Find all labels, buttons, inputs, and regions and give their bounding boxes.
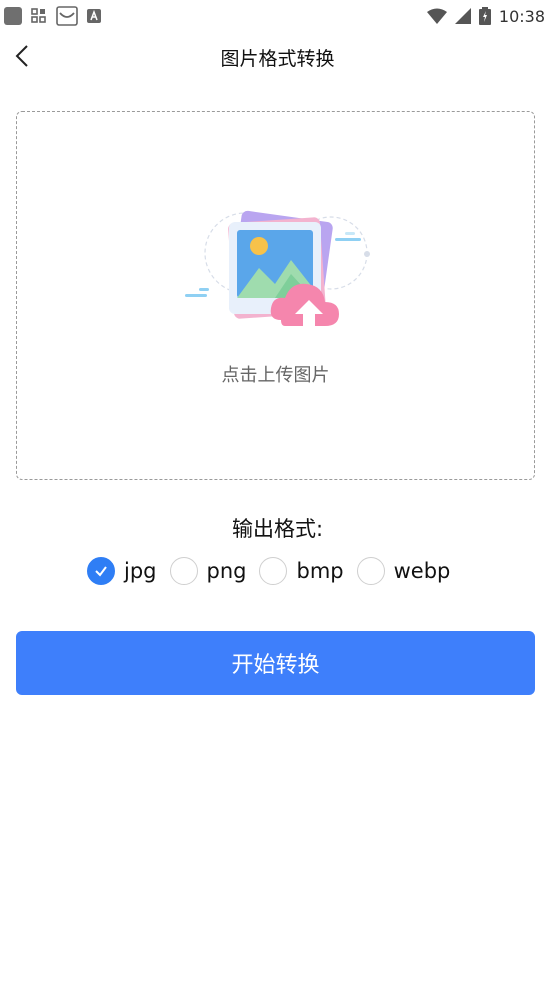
mail-icon [56,6,78,26]
start-convert-button[interactable]: 开始转换 [16,631,535,695]
radio-webp[interactable] [356,557,385,585]
radio-jpg[interactable] [87,557,115,585]
format-option-webp[interactable]: webp [356,557,451,585]
radio-bmp[interactable] [259,557,288,585]
image-upload-illustration [185,210,370,326]
format-options: jpg png bmp webp [87,555,463,587]
battery-icon [478,7,491,25]
status-time: 10:38 [498,6,545,26]
radio-png[interactable] [169,557,198,585]
app-icon [4,7,22,25]
page-title: 图片格式转换 [220,48,335,70]
status-left-icons [4,6,102,26]
status-bar: 10:38 [0,0,555,32]
format-label-jpg: jpg [124,559,157,583]
format-label-webp: webp [393,559,451,583]
signal-icon [454,8,471,24]
output-format-label: 输出格式: [231,517,324,541]
format-option-png[interactable]: png [169,557,247,585]
format-option-bmp[interactable]: bmp [259,557,344,585]
format-option-jpg[interactable]: jpg [87,557,157,585]
upload-label: 点击上传图片 [221,365,330,386]
upload-area[interactable]: 点击上传图片 [16,111,535,480]
apps-icon [31,8,46,23]
a-icon [87,9,101,23]
check-icon [95,566,107,577]
format-label-png: png [206,559,247,583]
format-label-bmp: bmp [296,559,344,583]
status-right: 10:38 [426,6,545,26]
wifi-icon [426,8,447,24]
app-header: 图片格式转换 [0,32,555,80]
